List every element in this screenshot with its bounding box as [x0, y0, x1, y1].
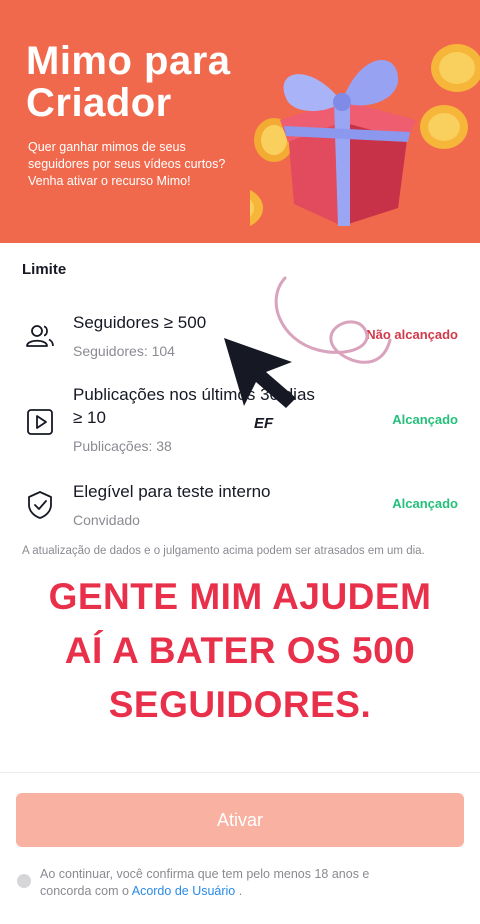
hero-desc-line3: Venha ativar o recurso Mimo! [28, 174, 191, 188]
divider [0, 772, 480, 773]
hero-title: Mimo para Criador [26, 40, 286, 124]
coin-icon [420, 105, 468, 149]
row-title: Publicações nos últimos 30 dias ≥ 10 [73, 383, 315, 429]
hero-description: Quer ganhar mimos de seus seguidores por… [28, 139, 278, 190]
status-badge: Alcançado [392, 496, 458, 511]
shield-check-icon [28, 491, 52, 519]
gift-illustration [250, 44, 480, 227]
status-badge: Não alcançado [366, 327, 458, 342]
hero-title-line1: Mimo para [26, 39, 231, 83]
row-title: Elegível para teste interno [73, 482, 271, 501]
coin-icon [431, 44, 480, 92]
consent-text: Ao continuar, você confirma que tem pelo… [40, 866, 420, 900]
overlay-caption: GENTE MIM AJUDEM AÍ A BATER OS 500 SEGUI… [0, 570, 480, 732]
age-consent-radio[interactable] [17, 874, 31, 888]
row-title-line2: ≥ 10 [73, 408, 106, 427]
hero-banner: Mimo para Criador Quer ganhar mimos de s… [0, 0, 480, 243]
hero-desc-line1: Quer ganhar mimos de seus [28, 140, 186, 154]
overlay-line3: SEGUIDORES. [108, 684, 372, 725]
consent-text-end: . [235, 884, 243, 898]
overlay-line2: AÍ A BATER OS 500 [64, 630, 416, 671]
followers-icon [26, 325, 54, 347]
data-delay-note: A atualização de dados e o julgamento ac… [22, 545, 425, 557]
hero-title-line2: Criador [26, 81, 172, 125]
row-title: Seguidores ≥ 500 [73, 313, 207, 332]
row-subtitle: Convidado [73, 512, 140, 528]
overlay-line1: GENTE MIM AJUDEM [48, 576, 432, 617]
row-title-line1: Publicações nos últimos 30 dias [73, 385, 315, 404]
swirl-drawing [274, 276, 392, 364]
watermark: EF [254, 415, 274, 432]
coin-icon [250, 189, 263, 227]
activate-button[interactable]: Ativar [16, 793, 464, 847]
hero-desc-line2: seguidores por seus vídeos curtos? [28, 157, 226, 171]
status-badge: Alcançado [392, 412, 458, 427]
row-subtitle: Seguidores: 104 [73, 343, 175, 359]
limit-section-title: Limite [22, 261, 67, 278]
video-play-icon [27, 409, 53, 435]
row-subtitle: Publicações: 38 [73, 438, 172, 454]
user-agreement-link[interactable]: Acordo de Usuário [132, 884, 236, 898]
